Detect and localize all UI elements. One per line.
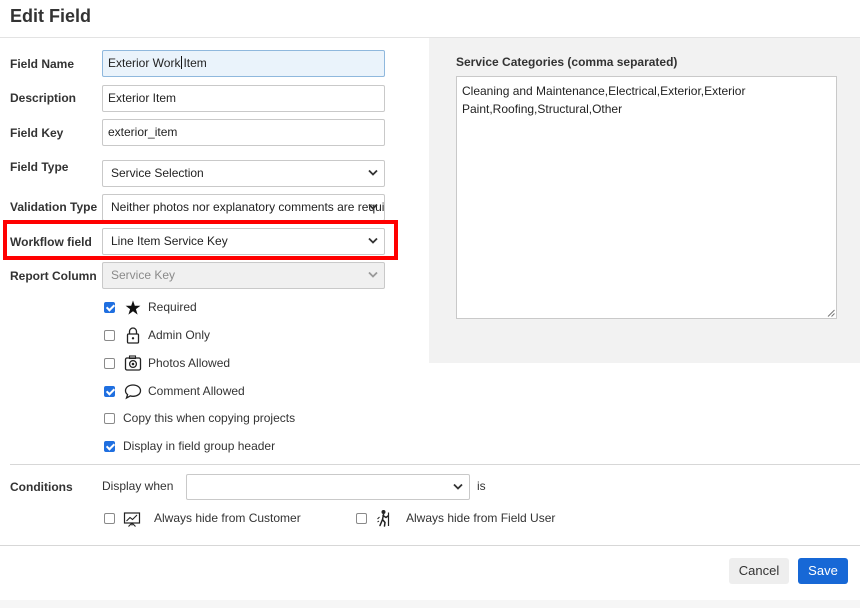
admin-only-checkbox[interactable] [104, 330, 115, 341]
service-categories-textarea[interactable]: Cleaning and Maintenance,Electrical,Exte… [456, 76, 837, 319]
display-when-label: Display when [102, 479, 174, 493]
report-column-label: Report Column [10, 269, 97, 283]
description-input[interactable]: Exterior Item [102, 85, 385, 112]
copy-when-copying-label: Copy this when copying projects [123, 411, 296, 425]
field-key-input[interactable]: exterior_item [102, 119, 385, 146]
worker-icon [377, 510, 390, 527]
hide-from-field-user-label: Always hide from Field User [406, 511, 556, 525]
field-name-value-end: Item [183, 56, 207, 70]
hide-from-customer-checkbox[interactable] [104, 513, 115, 524]
display-in-header-label: Display in field group header [123, 439, 276, 453]
admin-only-label: Admin Only [148, 328, 211, 342]
field-key-value: exterior_item [108, 125, 178, 139]
validation-type-value: Neither photos nor explanatory comments … [111, 200, 385, 214]
validation-type-label: Validation Type [10, 200, 98, 214]
field-name-label: Field Name [10, 57, 75, 71]
field-type-value: Service Selection [111, 166, 204, 180]
save-button[interactable]: Save [798, 558, 848, 584]
service-categories-value: Cleaning and Maintenance,Electrical,Exte… [462, 84, 746, 116]
report-column-select: Service Key [102, 262, 385, 289]
chevron-down-icon [453, 483, 463, 490]
photos-allowed-checkbox[interactable] [104, 358, 115, 369]
field-key-label: Field Key [10, 126, 64, 140]
conditions-divider [10, 464, 860, 465]
hide-from-customer-label: Always hide from Customer [154, 511, 301, 525]
description-label: Description [10, 91, 77, 105]
lock-icon [126, 327, 140, 344]
conditions-label: Conditions [10, 480, 73, 494]
dialog-title: Edit Field [10, 6, 91, 26]
footer-divider [0, 545, 860, 546]
copy-when-copying-checkbox[interactable] [104, 413, 115, 424]
comment-allowed-label: Comment Allowed [148, 384, 245, 398]
chevron-down-icon [368, 203, 378, 210]
is-label: is [477, 479, 486, 493]
service-categories-label: Service Categories (comma separated) [456, 55, 678, 69]
hide-from-field-user-checkbox[interactable] [356, 513, 367, 524]
required-checkbox[interactable] [104, 302, 115, 313]
asterisk-icon [125, 300, 141, 315]
footer-band [0, 600, 860, 608]
chevron-down-icon [368, 271, 378, 278]
field-name-value-start: Exterior Work [108, 56, 181, 70]
speech-bubble-icon [124, 384, 142, 400]
resize-handle-icon[interactable] [827, 309, 835, 317]
photos-allowed-label: Photos Allowed [148, 356, 231, 370]
report-column-value: Service Key [111, 268, 176, 282]
presentation-icon [123, 512, 141, 527]
display-in-header-checkbox[interactable] [104, 441, 115, 452]
required-label: Required [148, 300, 197, 314]
comment-allowed-checkbox[interactable] [104, 386, 115, 397]
field-type-label: Field Type [10, 160, 69, 174]
field-type-select[interactable]: Service Selection [102, 160, 385, 187]
field-name-input[interactable]: Exterior Work Item [102, 50, 385, 77]
workflow-field-highlight [3, 220, 398, 260]
description-value: Exterior Item [108, 91, 177, 105]
chevron-down-icon [368, 169, 378, 176]
cancel-button[interactable]: Cancel [729, 558, 789, 584]
camera-icon [124, 355, 142, 371]
validation-type-select[interactable]: Neither photos nor explanatory comments … [102, 194, 385, 221]
display-when-select[interactable] [186, 474, 470, 500]
